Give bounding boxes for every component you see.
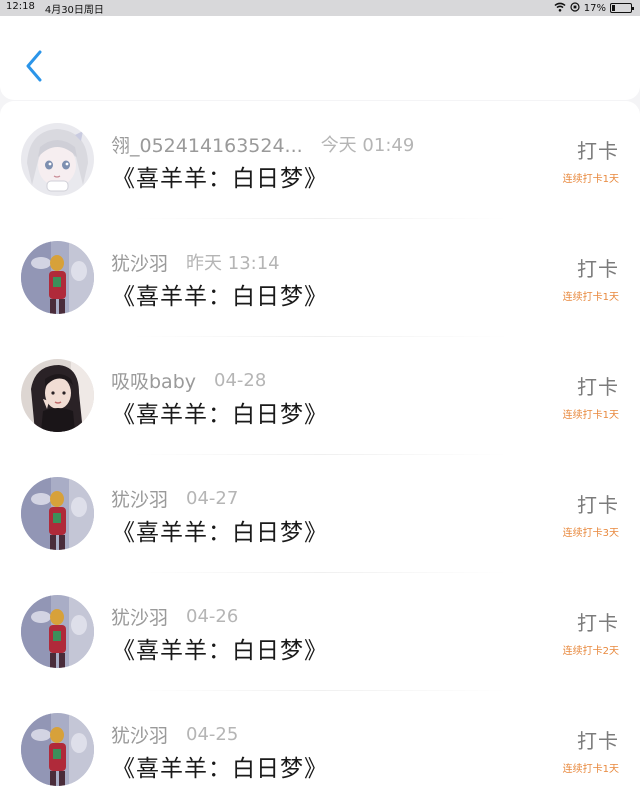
avatar[interactable]: [21, 241, 94, 314]
timestamp: 今天 01:49: [320, 135, 415, 156]
checkin-button[interactable]: 打卡: [563, 135, 619, 164]
streak-label: 连续打卡1天: [562, 410, 619, 421]
anime-avatar-icon: [21, 123, 94, 196]
checkin-button[interactable]: 打卡: [563, 725, 619, 754]
username[interactable]: 犹沙羽: [111, 721, 168, 748]
wifi-icon: [554, 2, 566, 15]
list-item[interactable]: 犹沙羽 04-26 《喜羊羊：白日梦》 打卡 连续打卡2天: [0, 573, 640, 691]
work-title[interactable]: 《喜羊羊：白日梦》: [112, 513, 328, 547]
item-meta: 犹沙羽 04-25: [111, 721, 239, 748]
checkin-action: 打卡 连续打卡2天: [563, 607, 619, 657]
item-meta: 吸吸baby 04-28: [111, 367, 267, 394]
checkin-button[interactable]: 打卡: [563, 253, 619, 282]
list-item[interactable]: 犹沙羽 04-27 《喜羊羊：白日梦》 打卡 连续打卡3天: [0, 455, 640, 573]
avatar[interactable]: [21, 123, 94, 196]
username[interactable]: 翎_052414163524...: [111, 131, 303, 158]
avatar[interactable]: [21, 713, 94, 786]
work-title[interactable]: 《喜羊羊：白日梦》: [112, 631, 328, 665]
back-button[interactable]: [18, 46, 50, 86]
timestamp: 04-26: [186, 605, 239, 627]
status-time: 12:18: [6, 0, 35, 12]
streak-label: 连续打卡1天: [562, 764, 619, 775]
checkin-button[interactable]: 打卡: [563, 489, 619, 518]
work-title[interactable]: 《喜羊羊：白日梦》: [112, 277, 328, 311]
streak-label: 连续打卡1天: [562, 174, 619, 185]
username[interactable]: 吸吸baby: [111, 367, 196, 394]
battery-fill: [612, 5, 616, 11]
work-title[interactable]: 《喜羊羊：白日梦》: [112, 395, 328, 429]
list-item[interactable]: 犹沙羽 04-25 《喜羊羊：白日梦》 打卡 连续打卡1天: [0, 691, 640, 805]
blurred-photo-avatar-icon: [21, 595, 94, 668]
blurred-photo-avatar-icon: [21, 241, 94, 314]
battery-icon: [610, 3, 634, 13]
avatar[interactable]: [21, 359, 94, 432]
username[interactable]: 犹沙羽: [111, 485, 168, 512]
girl-photo-avatar-icon: [21, 359, 94, 432]
checkin-action: 打卡 连续打卡1天: [563, 725, 619, 775]
blurred-photo-avatar-icon: [21, 713, 94, 786]
streak-label: 连续打卡2天: [562, 646, 619, 657]
item-meta: 犹沙羽 04-27: [111, 485, 239, 512]
checkin-list: 翎_052414163524... 今天 01:49 《喜羊羊：白日梦》 打卡 …: [0, 101, 640, 805]
avatar[interactable]: [21, 477, 94, 550]
timestamp: 04-28: [214, 369, 267, 391]
checkin-action: 打卡 连续打卡1天: [563, 371, 619, 421]
checkin-action: 打卡 连续打卡1天: [563, 135, 619, 185]
timestamp: 04-27: [186, 487, 239, 509]
chevron-left-icon: [26, 50, 42, 82]
work-title[interactable]: 《喜羊羊：白日梦》: [112, 159, 328, 193]
battery-percent: 17%: [583, 2, 606, 14]
checkin-button[interactable]: 打卡: [563, 371, 619, 400]
blurred-photo-avatar-icon: [21, 477, 94, 550]
username[interactable]: 犹沙羽: [111, 603, 168, 630]
checkin-button[interactable]: 打卡: [563, 607, 619, 636]
status-bar: 12:18 4月30日周日 17%: [0, 0, 640, 16]
status-date: 4月30日周日: [44, 4, 104, 16]
checkin-action: 打卡 连续打卡1天: [563, 253, 619, 303]
avatar[interactable]: [21, 595, 94, 668]
timestamp: 昨天 13:14: [186, 253, 280, 274]
item-meta: 犹沙羽 04-26: [111, 603, 239, 630]
item-meta: 犹沙羽 昨天 13:14: [111, 249, 280, 276]
streak-label: 连续打卡3天: [562, 528, 619, 539]
username[interactable]: 犹沙羽: [111, 249, 168, 276]
list-item[interactable]: 翎_052414163524... 今天 01:49 《喜羊羊：白日梦》 打卡 …: [0, 101, 640, 219]
work-title[interactable]: 《喜羊羊：白日梦》: [112, 749, 328, 783]
streak-label: 连续打卡1天: [562, 292, 619, 303]
nav-header: [0, 16, 640, 100]
checkin-action: 打卡 连续打卡3天: [563, 489, 619, 539]
timestamp: 04-25: [186, 723, 239, 745]
list-item[interactable]: 吸吸baby 04-28 《喜羊羊：白日梦》 打卡 连续打卡1天: [0, 337, 640, 455]
list-item[interactable]: 犹沙羽 昨天 13:14 《喜羊羊：白日梦》 打卡 连续打卡1天: [0, 219, 640, 337]
item-meta: 翎_052414163524... 今天 01:49: [111, 131, 415, 158]
orientation-lock-icon: [570, 1, 580, 15]
